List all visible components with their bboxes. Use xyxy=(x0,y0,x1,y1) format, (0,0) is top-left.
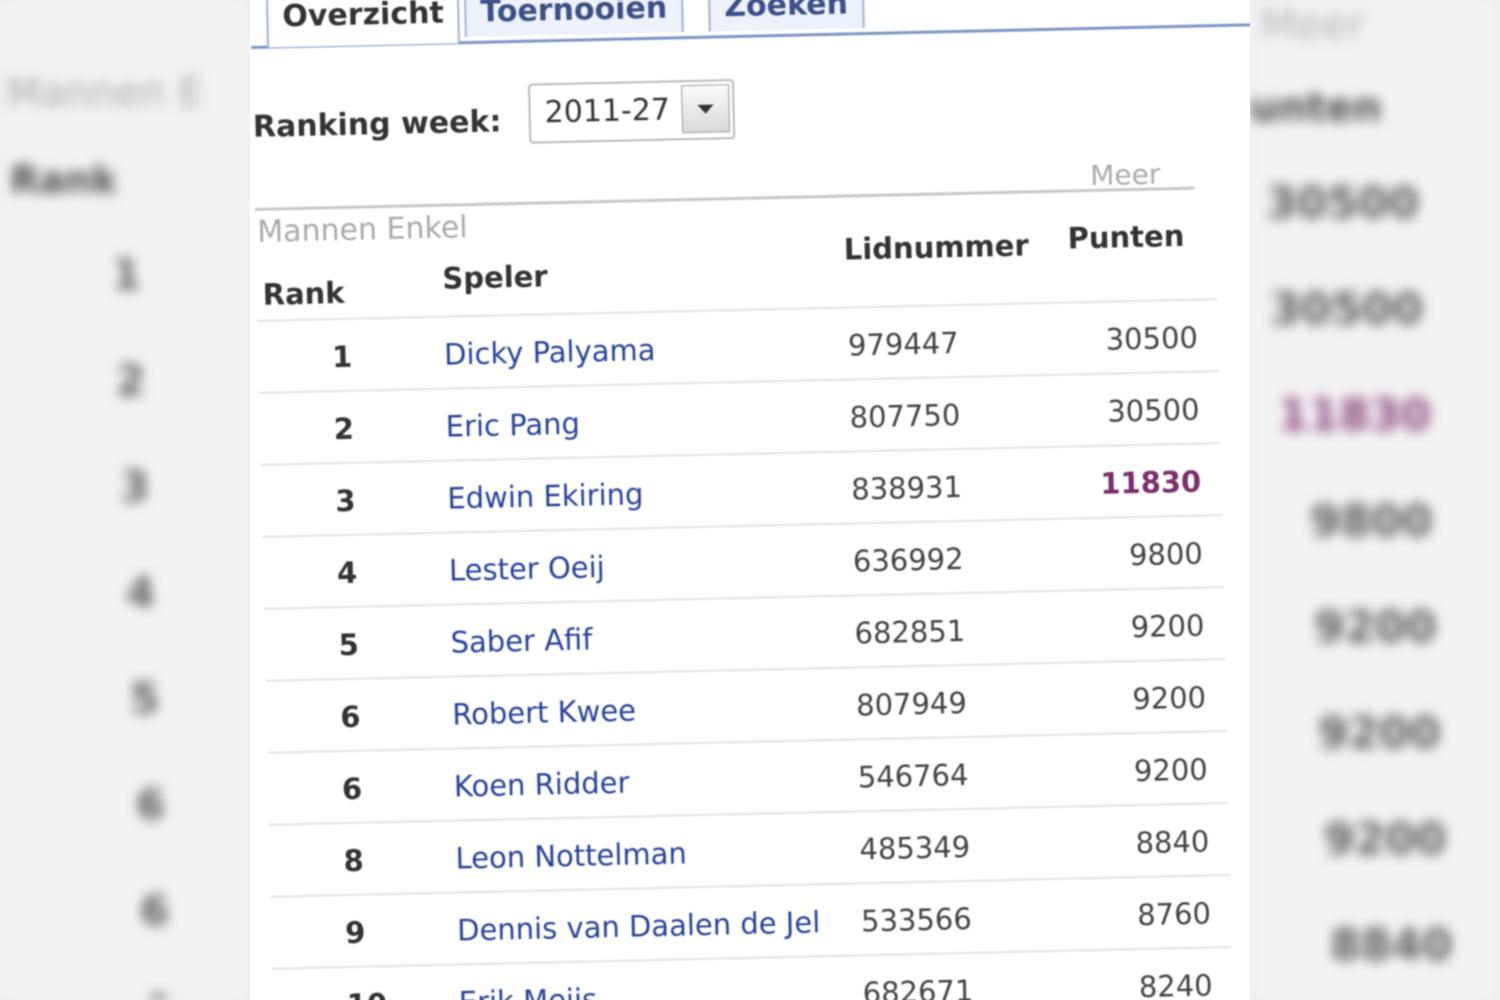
bg-points-cell: 9200 xyxy=(1324,814,1447,865)
points-cell: 30500 xyxy=(1105,320,1199,357)
member-number-cell: 807750 xyxy=(849,397,961,435)
ranking-table: 1 Dicky Palyama 979447 30500 2 Eric Pang… xyxy=(257,298,1234,1000)
member-number-cell: 838931 xyxy=(850,469,963,507)
rank-cell: 3 xyxy=(335,483,356,519)
tab-toernooien[interactable]: Toernooien xyxy=(463,0,684,38)
bg-points-cell: 8840 xyxy=(1330,920,1453,971)
ranking-week-value: 2011-27 xyxy=(544,92,671,131)
column-header-member: Lidnummer xyxy=(843,228,1030,267)
bg-points-cell: 11830 xyxy=(1278,390,1432,441)
bg-more-link: Meer xyxy=(1260,0,1366,49)
bg-rank-cell: 1 xyxy=(112,250,142,299)
rank-cell: 10 xyxy=(346,987,387,1000)
player-link[interactable]: Robert Kwee xyxy=(452,693,637,731)
more-link[interactable]: Meer xyxy=(1090,157,1161,192)
ranking-panel: Overzicht Toernooien Zoeken Ranking week… xyxy=(250,0,1250,1000)
player-link[interactable]: Erik Meijs xyxy=(458,982,597,1000)
member-number-cell: 807949 xyxy=(855,685,968,723)
points-cell: 11830 xyxy=(1099,464,1202,501)
bg-rank-header: Rank xyxy=(10,158,118,202)
player-link[interactable]: Dicky Palyama xyxy=(444,333,656,372)
rank-cell: 5 xyxy=(338,627,360,663)
column-header-rank: Rank xyxy=(262,275,345,312)
bg-points-cell: 9800 xyxy=(1310,496,1433,547)
player-link[interactable]: Koen Ridder xyxy=(454,766,630,804)
rank-cell: 4 xyxy=(336,555,358,591)
rank-cell: 6 xyxy=(341,771,363,807)
member-number-cell: 636992 xyxy=(852,541,964,579)
bg-rank-cell: 5 xyxy=(130,674,160,723)
player-link[interactable]: Saber Afif xyxy=(450,622,593,659)
points-cell: 30500 xyxy=(1106,392,1200,429)
bg-points-cell: 30500 xyxy=(1270,284,1424,335)
section-title: Mannen Enkel xyxy=(256,210,468,250)
points-cell: 9800 xyxy=(1128,536,1204,573)
player-link[interactable]: Leon Nottelman xyxy=(455,836,687,875)
points-cell: 9200 xyxy=(1133,752,1209,789)
tab-zoeken[interactable]: Zoeken xyxy=(707,0,865,32)
member-number-cell: 546764 xyxy=(857,757,969,795)
member-number-cell: 485349 xyxy=(859,829,971,867)
member-number-cell: 682851 xyxy=(854,613,966,651)
ranking-week-label: Ranking week: xyxy=(252,104,502,145)
ranking-content: Overzicht Toernooien Zoeken Ranking week… xyxy=(250,0,1250,1000)
bg-rank-cell: 6 xyxy=(140,886,170,935)
rank-cell: 6 xyxy=(339,699,361,735)
member-number-cell: 682671 xyxy=(862,973,974,1000)
bg-rank-cell: 4 xyxy=(126,568,156,617)
bg-points-cell: 9200 xyxy=(1318,708,1441,759)
player-link[interactable]: Edwin Ekiring xyxy=(447,477,644,515)
tab-overzicht[interactable]: Overzicht xyxy=(265,0,461,48)
background-left-panel: Mannen E Rank 1 2 3 4 5 6 6 1 xyxy=(0,0,250,1000)
points-cell: 8240 xyxy=(1138,968,1213,1000)
column-header-player: Speler xyxy=(441,259,548,296)
bg-rank-cell: 6 xyxy=(136,780,166,829)
tab-bar: Overzicht Toernooien Zoeken xyxy=(260,0,865,50)
bg-points-cell: 9200 xyxy=(1314,602,1437,653)
points-cell: 9200 xyxy=(1130,608,1205,645)
bg-points-cell: 30500 xyxy=(1266,178,1420,229)
bg-rank-cell: 3 xyxy=(120,462,150,511)
column-header-points: Punten xyxy=(1067,218,1185,256)
rank-cell: 1 xyxy=(331,339,353,375)
points-cell: 9200 xyxy=(1131,680,1207,717)
bg-points-header: unten xyxy=(1250,85,1382,131)
section-divider xyxy=(254,186,1195,211)
player-link[interactable]: Lester Oeij xyxy=(449,550,605,588)
member-number-cell: 533566 xyxy=(860,901,973,939)
bg-rank-cell: 2 xyxy=(116,356,146,405)
background-right-panel: Meer unten 30500 30500 11830 9800 9200 9… xyxy=(1250,0,1500,1000)
member-number-cell: 979447 xyxy=(847,326,960,363)
bg-rank-cell: 1 xyxy=(146,985,175,1000)
rank-cell: 2 xyxy=(333,411,355,447)
player-link[interactable]: Eric Pang xyxy=(445,407,580,444)
chevron-down-icon[interactable] xyxy=(681,84,731,134)
player-link[interactable]: Dennis van Daalen de Jel xyxy=(457,905,821,947)
ranking-week-select[interactable]: 2011-27 xyxy=(527,79,736,144)
points-cell: 8840 xyxy=(1135,824,1210,861)
rank-cell: 9 xyxy=(344,915,366,951)
bg-section-title: Mannen E xyxy=(6,70,204,116)
points-cell: 8760 xyxy=(1136,896,1212,933)
rank-cell: 8 xyxy=(343,843,365,879)
